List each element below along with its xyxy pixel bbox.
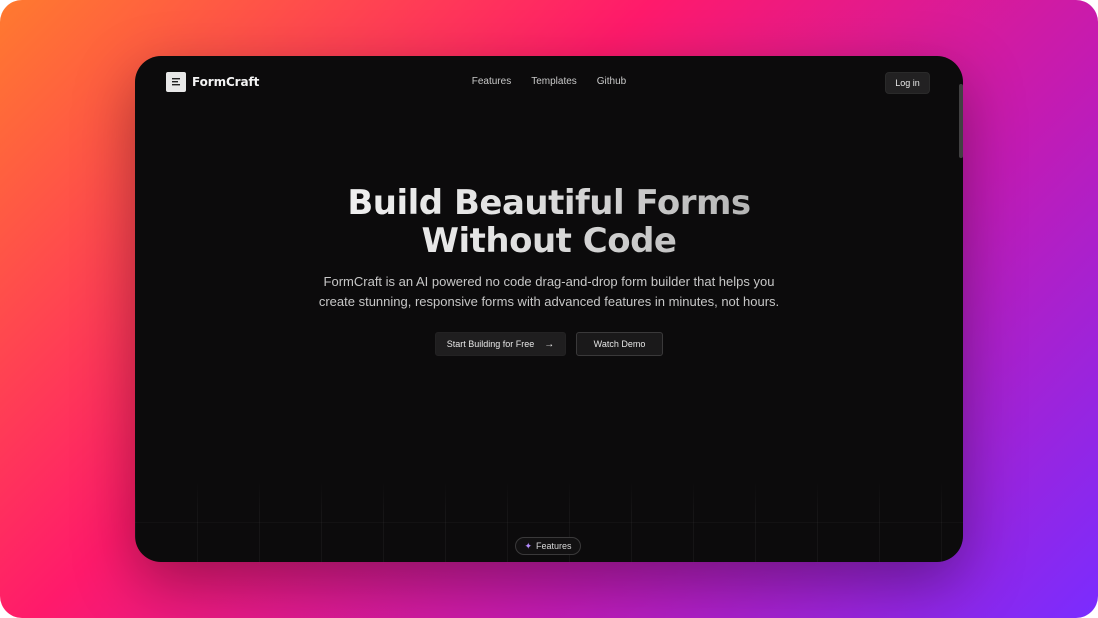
nav-link-templates[interactable]: Templates <box>531 76 577 87</box>
nav-links: Features Templates Github <box>135 76 963 87</box>
gradient-backdrop: FormCraft Features Templates Github Log … <box>0 0 1098 618</box>
hero-section: Build Beautiful Forms Without Code FormC… <box>135 184 963 356</box>
hero-headline-line2: Without Code <box>421 221 677 261</box>
nav-link-github[interactable]: Github <box>597 76 626 87</box>
hero-headline-line1: Build Beautiful Forms <box>347 183 751 223</box>
login-button[interactable]: Log in <box>885 72 930 94</box>
features-badge[interactable]: ✦ Features <box>515 537 581 555</box>
navbar: FormCraft Features Templates Github Log … <box>135 70 963 96</box>
watch-demo-button[interactable]: Watch Demo <box>576 332 663 356</box>
browser-window: FormCraft Features Templates Github Log … <box>135 56 963 562</box>
nav-link-features[interactable]: Features <box>472 76 511 87</box>
features-badge-label: Features <box>536 541 572 551</box>
start-building-label: Start Building for Free <box>446 339 535 349</box>
hero-subtitle: FormCraft is an AI powered no code drag-… <box>318 274 780 309</box>
sparkles-icon: ✦ <box>524 540 532 551</box>
hero-headline: Build Beautiful Forms Without Code <box>135 184 963 260</box>
cta-group: Start Building for Free → Watch Demo <box>135 332 963 356</box>
start-building-button[interactable]: Start Building for Free → <box>435 332 566 356</box>
arrow-right-icon: → <box>544 338 555 350</box>
